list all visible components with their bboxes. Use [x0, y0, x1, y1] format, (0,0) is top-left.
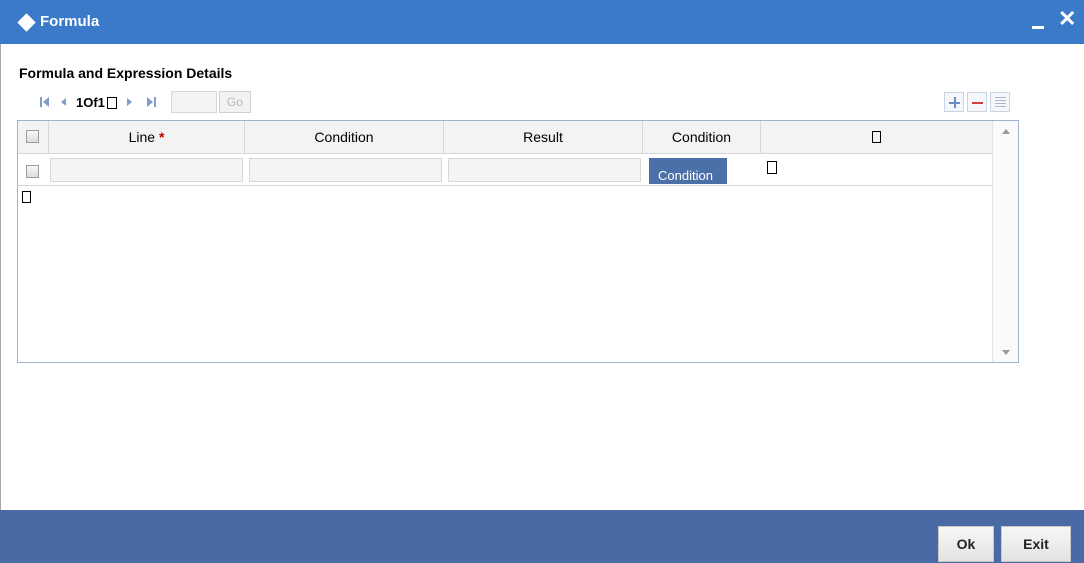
minimize-icon[interactable]	[1030, 10, 1046, 32]
missing-glyph-icon	[767, 161, 777, 174]
scroll-up-icon[interactable]	[1002, 129, 1010, 134]
condition-button-label: Condition	[658, 168, 713, 183]
line-column-header: Line *	[49, 121, 245, 154]
close-icon[interactable]: ✕	[1058, 8, 1076, 30]
page-text: 1Of1	[76, 94, 105, 110]
table-row: Condition	[18, 155, 992, 186]
page-number-input[interactable]	[170, 91, 217, 113]
diamond-icon	[17, 13, 36, 32]
exit-button[interactable]: Exit	[1001, 526, 1071, 562]
window-title: Formula	[40, 13, 100, 30]
extra-column-header	[761, 121, 992, 154]
result-column-header: Result	[444, 121, 643, 154]
add-row-icon[interactable]	[944, 92, 964, 112]
line-header-label: Line	[128, 129, 156, 145]
vertical-scrollbar[interactable]	[992, 121, 1018, 362]
grid-toolbar	[941, 92, 1010, 112]
window-titlebar: Formula ✕	[0, 0, 1084, 44]
ok-button[interactable]: Ok	[938, 526, 994, 562]
condition-action-column-header: Condition	[643, 121, 761, 154]
previous-page-icon[interactable]	[58, 95, 72, 109]
condition-column-header: Condition	[245, 121, 444, 154]
formula-grid: Line * Condition Result Condition Condit…	[17, 120, 1019, 363]
last-page-icon[interactable]	[145, 95, 159, 109]
section-title: Formula and Expression Details	[19, 65, 233, 81]
table-header: Line * Condition Result Condition	[18, 121, 992, 154]
single-view-icon[interactable]	[990, 92, 1010, 112]
missing-glyph-icon	[872, 131, 881, 143]
pagination-bar: 1Of1 Go	[38, 91, 251, 113]
missing-glyph-icon	[22, 191, 31, 203]
window-left-border	[0, 44, 1, 510]
scroll-down-icon[interactable]	[1002, 350, 1010, 355]
first-page-icon[interactable]	[38, 95, 52, 109]
required-marker: *	[158, 129, 165, 145]
select-all-header	[18, 121, 49, 154]
missing-glyph-icon	[106, 96, 117, 109]
delete-row-icon[interactable]	[967, 92, 987, 112]
line-input[interactable]	[50, 158, 243, 182]
row-checkbox[interactable]	[26, 165, 39, 178]
next-page-icon[interactable]	[123, 95, 137, 109]
go-button[interactable]: Go	[218, 91, 251, 113]
page-indicator: 1Of1	[76, 95, 117, 110]
condition-button[interactable]: Condition	[649, 158, 727, 184]
condition-input[interactable]	[249, 158, 442, 182]
result-input[interactable]	[448, 158, 641, 182]
dialog-footer: Ok Exit	[0, 510, 1084, 563]
select-all-checkbox[interactable]	[26, 130, 39, 143]
